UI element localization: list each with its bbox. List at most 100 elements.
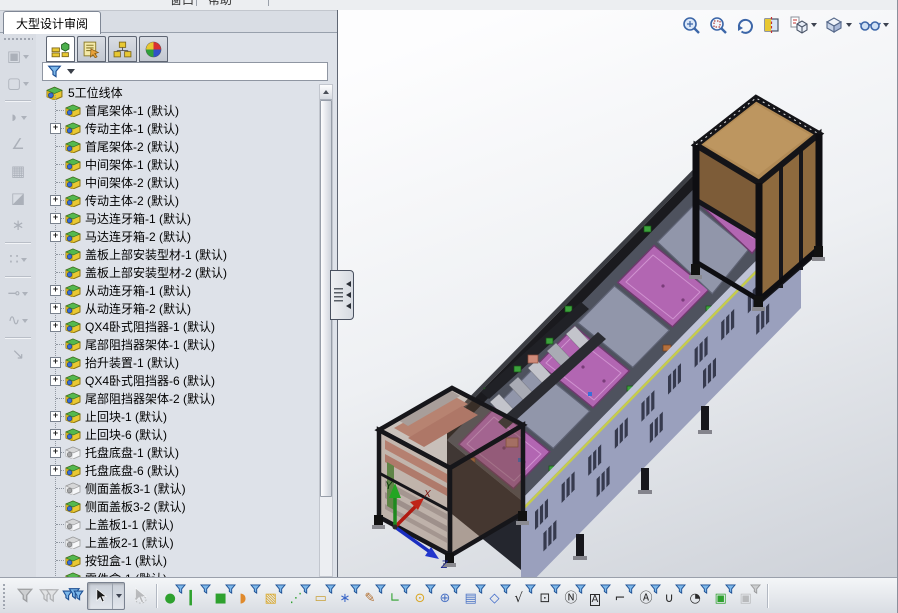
filter-axes-icon[interactable]: ⋰ [289,584,311,608]
zoom-to-area-button[interactable] [708,15,728,35]
filter-dropdown-caret-icon[interactable] [67,69,75,74]
configurationmanager-tab[interactable] [108,36,137,62]
tree-item[interactable]: + 托盘底盘-1 (默认) [36,443,319,461]
graphics-area[interactable]: X Y Z [337,10,898,577]
filter-center-marks-icon[interactable]: ⊕ [439,584,461,608]
tree-item[interactable]: + 从动连牙箱-1 (默认) [36,281,319,299]
expand-toggle-icon[interactable]: + [50,320,61,332]
tree-item[interactable]: + 传动主体-2 (默认) [36,191,319,209]
filter-weld-symbols-icon[interactable]: ⌐ [614,584,636,608]
tree-item[interactable]: 按钮盒-1 (默认) [36,551,319,569]
assembly-3d-model[interactable]: X Y Z [338,10,898,577]
tree-item[interactable]: 侧面盖板3-2 (默认) [36,497,319,515]
expand-toggle-icon[interactable]: + [50,374,61,386]
filter-faces-icon[interactable]: ■ [214,584,236,608]
filter-sketches-icon[interactable]: ✎ [364,584,386,608]
cursor-dropdown[interactable] [112,582,124,609]
filter-vertices-icon[interactable]: ● [164,584,186,608]
mate-icon[interactable]: ◗ [2,104,34,131]
rotate-view-button[interactable] [735,15,755,35]
scroll-up-button[interactable] [320,85,332,100]
show-hidden-components-icon[interactable]: ▢ [2,70,34,97]
tree-scrollbar[interactable] [319,84,333,577]
dropdown-caret-icon[interactable] [22,318,29,323]
component-pattern-icon[interactable]: ∷ [2,246,34,273]
toggle-selection-filters-button[interactable] [13,584,37,608]
tree-item[interactable]: + 马达连牙箱-1 (默认) [36,209,319,227]
dropdown-caret-icon[interactable] [23,81,30,86]
filter-sketch-points-icon[interactable]: ∗ [339,584,361,608]
insert-component-icon[interactable]: ▣ [2,43,34,70]
expand-toggle-icon[interactable]: + [50,194,61,206]
tree-item[interactable]: 中间架体-2 (默认) [36,173,319,191]
filter-geometric-tolerances-icon[interactable]: ⊡ [539,584,561,608]
tree-item[interactable]: 尾部阻挡器架体-1 (默认) [36,335,319,353]
framed-box-icon[interactable]: ▦ [2,158,34,185]
filter-dimensions-icon[interactable]: ◇ [489,584,511,608]
filter-surface-bodies-icon[interactable]: ◗ [239,584,261,608]
view-orientation-button[interactable] [789,15,817,35]
filter-centerlines-icon[interactable]: ▤ [464,584,486,608]
dropdown-caret-icon[interactable] [22,291,29,296]
select-cursor-button[interactable] [87,581,125,610]
expand-toggle-icon[interactable]: + [50,302,61,314]
spline-icon[interactable]: ∿ [2,307,34,334]
smart-fasteners-icon[interactable]: ∗ [2,212,34,239]
tree-item[interactable]: + 托盘底盘-6 (默认) [36,461,319,479]
filter-datums-icon[interactable]: A [589,584,611,608]
tree-item[interactable]: 侧面盖板3-1 (默认) [36,479,319,497]
tree-item[interactable]: + QX4卧式阻挡器-6 (默认) [36,371,319,389]
clear-all-filters-button[interactable] [37,584,61,608]
dropdown-caret-icon[interactable] [20,115,27,120]
tree-item[interactable]: 零件盒-1 (默认) [36,569,319,577]
tree-item[interactable]: 首尾架体-2 (默认) [36,137,319,155]
tree-item[interactable]: + 马达连牙箱-2 (默认) [36,227,319,245]
displaymanager-tab[interactable] [139,36,168,62]
tree-item[interactable]: + 抬升装置-1 (默认) [36,353,319,371]
dropdown-caret-icon[interactable] [846,23,852,27]
filter-routing-points-icon[interactable]: ▣ [739,584,761,608]
filter-midpoints-icon[interactable]: ⊙ [414,584,436,608]
tree-filter-bar[interactable] [42,62,328,81]
expand-toggle-icon[interactable]: + [50,356,61,368]
tree-item[interactable]: 尾部阻挡器架体-2 (默认) [36,389,319,407]
tree-item[interactable]: 中间架体-1 (默认) [36,155,319,173]
filter-dowel-pins-icon[interactable]: ∪ [664,584,686,608]
panel-splitter-handle[interactable] [330,270,354,320]
dropdown-caret-icon[interactable] [811,23,817,27]
expand-toggle-icon[interactable]: + [50,410,61,422]
toolbar-drag-handle[interactable] [3,37,33,41]
tree-item[interactable]: 上盖板2-1 (默认) [36,533,319,551]
expand-toggle-icon[interactable]: + [50,464,61,476]
featuremanager-tab[interactable] [46,36,75,62]
tree-item[interactable]: 盖板上部安装型材-2 (默认) [36,263,319,281]
lasso-cursor-button[interactable] [127,584,151,608]
tree-item[interactable]: + 止回块-1 (默认) [36,407,319,425]
document-tab[interactable]: 大型设计审阅 [3,11,102,34]
tree-item[interactable]: + 从动连牙箱-2 (默认) [36,299,319,317]
tree-item[interactable]: 盖板上部安装型材-1 (默认) [36,245,319,263]
expand-toggle-icon[interactable]: + [50,122,61,134]
propertymanager-tab[interactable] [77,36,106,62]
tree-item[interactable]: 上盖板1-1 (默认) [36,515,319,533]
chamfered-box-icon[interactable]: ◪ [2,185,34,212]
filter-sketch-segments-icon[interactable]: ∟ [389,584,411,608]
toolbar-drag-handle[interactable] [2,582,7,609]
filter-surface-finish-icon[interactable]: √ [514,584,536,608]
move-component-icon[interactable]: ↘ [2,341,34,368]
filter-edges-icon[interactable]: ▎ [189,584,211,608]
routing-plug-icon[interactable]: ⊸ [2,280,34,307]
filter-planes-icon[interactable]: ▭ [314,584,336,608]
expand-toggle-icon[interactable]: + [50,284,61,296]
tree-item[interactable]: + 止回块-6 (默认) [36,425,319,443]
tree-item[interactable]: 首尾架体-1 (默认) [36,101,319,119]
dropdown-caret-icon[interactable] [23,54,30,59]
tree-root-item[interactable]: 5工位线体 [36,83,319,101]
filter-decals-icon[interactable]: ◔ [689,584,711,608]
expand-toggle-icon[interactable]: + [50,212,61,224]
zoom-to-fit-button[interactable] [681,15,701,35]
display-style-button[interactable] [824,15,852,35]
tree-item[interactable]: + 传动主体-1 (默认) [36,119,319,137]
dropdown-caret-icon[interactable] [883,23,889,27]
filter-solid-bodies-icon[interactable]: ▧ [264,584,286,608]
